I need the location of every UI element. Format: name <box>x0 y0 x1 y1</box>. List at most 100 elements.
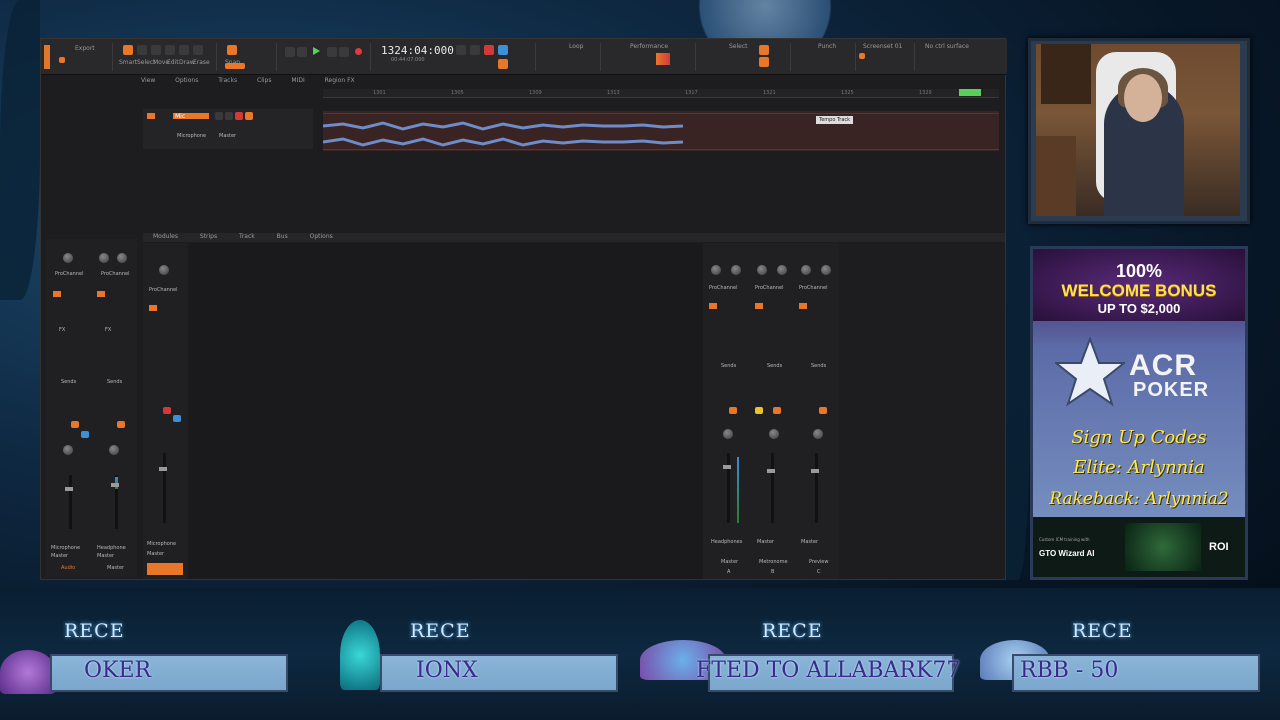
prochannel-toggle[interactable] <box>709 303 717 309</box>
strip-echo-button[interactable] <box>81 431 89 438</box>
fader-handle[interactable] <box>111 483 119 487</box>
transport-time-display[interactable]: 1324:04:000 <box>381 44 454 57</box>
menu-tracks[interactable]: Tracks <box>218 77 237 84</box>
fader-handle[interactable] <box>811 469 819 473</box>
fader-handle[interactable] <box>767 469 775 473</box>
select-tool-icon[interactable] <box>137 45 147 55</box>
pan-knob[interactable] <box>777 265 787 275</box>
gain-knob[interactable] <box>99 253 109 263</box>
strip-input[interactable]: Microphone <box>147 541 176 547</box>
prochannel-toggle[interactable] <box>149 305 157 311</box>
fader-handle[interactable] <box>159 467 167 471</box>
volume-fader[interactable] <box>815 453 818 523</box>
forward-icon[interactable] <box>339 47 349 57</box>
track-solo-button[interactable] <box>225 112 233 120</box>
strip-name-badge[interactable] <box>147 563 183 575</box>
mute-icon[interactable] <box>456 45 466 55</box>
strip-input[interactable]: Headphone <box>97 545 126 551</box>
bus-output[interactable]: Headphones <box>711 539 742 545</box>
strip-tab-audio[interactable]: Audio <box>61 565 75 571</box>
pan-knob[interactable] <box>109 445 119 455</box>
pan-knob[interactable] <box>813 429 823 439</box>
strip-tab-master[interactable]: Master <box>107 565 124 571</box>
bus-output[interactable]: Master <box>757 539 774 545</box>
gain-knob[interactable] <box>801 265 811 275</box>
pause-icon[interactable] <box>327 47 337 57</box>
strip-solo-button[interactable] <box>71 421 79 428</box>
prochannel-toggle[interactable] <box>53 291 61 297</box>
bus-mute-button[interactable] <box>773 407 781 414</box>
menu-view[interactable]: View <box>141 77 155 84</box>
timeline-ruler[interactable]: 1301 1305 1309 1313 1317 1321 1325 1329 <box>323 89 999 98</box>
console-tab-strips[interactable]: Strips <box>200 233 217 240</box>
edit-tool-icon[interactable] <box>165 45 175 55</box>
pan-knob[interactable] <box>821 265 831 275</box>
gain-knob[interactable] <box>159 265 169 275</box>
volume-fader[interactable] <box>727 453 730 523</box>
bus-solo-button[interactable] <box>755 407 763 414</box>
select-range-icon[interactable] <box>759 57 769 67</box>
bus-mute-button[interactable] <box>729 407 737 414</box>
prochannel-toggle[interactable] <box>97 291 105 297</box>
track-mute-button[interactable] <box>215 112 223 120</box>
solo-icon[interactable] <box>470 45 480 55</box>
console-tab-options[interactable]: Options <box>310 233 333 240</box>
menu-clips[interactable]: Clips <box>257 77 271 84</box>
menu-region-fx[interactable]: Region FX <box>325 77 355 84</box>
pan-knob[interactable] <box>723 429 733 439</box>
track-echo-button[interactable] <box>245 112 253 120</box>
prochannel-toggle[interactable] <box>755 303 763 309</box>
rewind-icon[interactable] <box>285 47 295 57</box>
move-tool-icon[interactable] <box>151 45 161 55</box>
pan-knob[interactable] <box>117 253 127 263</box>
prochannel-toggle[interactable] <box>799 303 807 309</box>
pan-knob[interactable] <box>731 265 741 275</box>
snap-icon[interactable] <box>227 45 237 55</box>
strip-output[interactable]: Master <box>97 553 114 559</box>
foliage-decoration <box>0 0 40 300</box>
bus-mute-button[interactable] <box>819 407 827 414</box>
console-tab-track[interactable]: Track <box>239 233 255 240</box>
strip-output[interactable]: Master <box>51 553 68 559</box>
pan-knob[interactable] <box>769 429 779 439</box>
audio-clip[interactable] <box>323 111 999 151</box>
gain-knob[interactable] <box>757 265 767 275</box>
strip-echo-button[interactable] <box>173 415 181 422</box>
export-label[interactable]: Export <box>75 45 95 52</box>
snap-value-field[interactable] <box>225 63 245 69</box>
track-arm-button[interactable] <box>235 112 243 120</box>
automation-icon[interactable] <box>498 59 508 69</box>
volume-fader[interactable] <box>69 475 72 529</box>
track-header[interactable]: Mic Microphone Master <box>143 109 313 149</box>
track-input[interactable]: Microphone <box>177 133 206 139</box>
draw-tool-icon[interactable] <box>179 45 189 55</box>
gto-wizard-ad[interactable]: Custom ICM training with GTO Wizard AI R… <box>1033 517 1245 577</box>
strip-input[interactable]: Microphone <box>51 545 80 551</box>
strip-solo-button[interactable] <box>117 421 125 428</box>
strip-arm-button[interactable] <box>163 407 171 414</box>
arm-icon[interactable] <box>484 45 494 55</box>
volume-fader[interactable] <box>771 453 774 523</box>
record-icon[interactable] <box>355 48 362 55</box>
menu-options[interactable]: Options <box>175 77 198 84</box>
bus-output[interactable]: Master <box>801 539 818 545</box>
smart-tool-icon[interactable] <box>123 45 133 55</box>
gain-knob[interactable] <box>711 265 721 275</box>
stop-icon[interactable] <box>297 47 307 57</box>
fader-handle[interactable] <box>723 465 731 469</box>
screenset-1-button[interactable] <box>859 53 865 59</box>
gain-knob[interactable] <box>63 253 73 263</box>
sponsor-ad-panel[interactable]: 100% WELCOME BONUS UP TO $2,000 ACR POKE… <box>1030 246 1248 580</box>
track-output[interactable]: Master <box>219 133 236 139</box>
select-mode-icon[interactable] <box>759 45 769 55</box>
menu-midi[interactable]: MIDI <box>291 77 304 84</box>
play-icon[interactable] <box>313 47 320 55</box>
console-tab-modules[interactable]: Modules <box>153 233 178 240</box>
console-tab-bus[interactable]: Bus <box>277 233 288 240</box>
fader-handle[interactable] <box>65 487 73 491</box>
pan-knob[interactable] <box>63 445 73 455</box>
erase-tool-icon[interactable] <box>193 45 203 55</box>
input-echo-icon[interactable] <box>498 45 508 55</box>
strip-output[interactable]: Master <box>147 551 164 557</box>
volume-fader[interactable] <box>163 453 166 523</box>
